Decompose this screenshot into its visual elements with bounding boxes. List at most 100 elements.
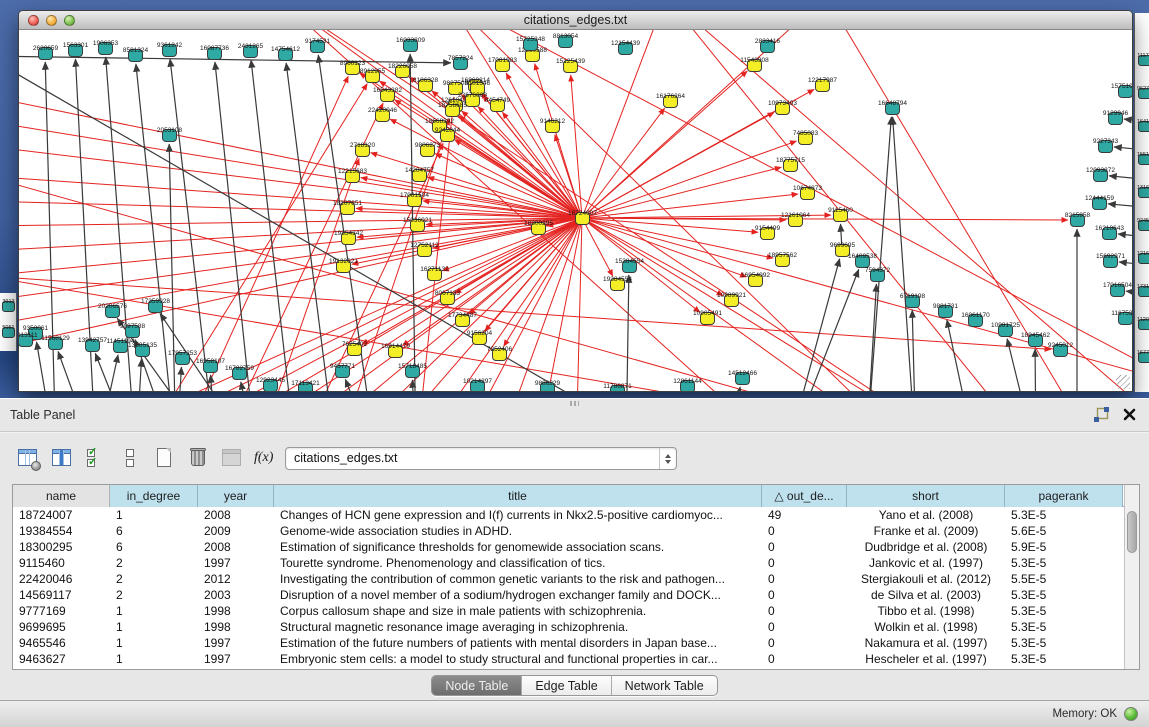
network-node[interactable]: 12215683 (345, 170, 360, 183)
network-node[interactable]: 11786871 (610, 385, 625, 391)
table-cell[interactable]: 1997 (198, 651, 274, 667)
window-resize-grip-icon[interactable] (1116, 375, 1130, 389)
table-cell[interactable]: 5.3E-5 (1005, 651, 1123, 667)
table-cell[interactable]: 5.5E-5 (1005, 571, 1123, 587)
network-node[interactable]: 15384554 (622, 260, 637, 273)
network-node[interactable]: 2718120 (355, 144, 370, 157)
table-cell[interactable]: 0 (762, 571, 847, 587)
network-node[interactable]: 18775715 (783, 159, 798, 172)
table-cell[interactable]: 14569117 (13, 587, 110, 603)
network-edge[interactable] (582, 167, 781, 218)
table-cell[interactable]: 0 (762, 523, 847, 539)
table-cell[interactable]: 1997 (198, 555, 274, 571)
import-table-icon[interactable] (220, 446, 244, 470)
table-cell[interactable]: 5.3E-5 (1005, 635, 1123, 651)
minimize-window-icon[interactable] (46, 15, 57, 26)
panel-resize-grip-icon[interactable] (570, 401, 579, 406)
table-cell[interactable]: 9115460 (13, 555, 110, 571)
table-row[interactable]: 969969511998Structural magnetic resonanc… (13, 619, 1139, 635)
table-cell[interactable]: 5.3E-5 (1005, 507, 1123, 523)
network-node[interactable]: 16782759 (232, 367, 247, 380)
network-view-window[interactable]: citations_edges.txt 18724007170819831686… (18, 10, 1133, 392)
network-node[interactable]: 17957253 (175, 352, 190, 365)
table-cell[interactable]: 9463627 (13, 651, 110, 667)
network-node[interactable]: 9242844 (440, 129, 455, 142)
network-node[interactable]: 16210643 (1102, 227, 1117, 240)
network-node[interactable]: 9174531 (310, 40, 325, 53)
table-cell[interactable]: 49 (762, 507, 847, 523)
column-header-name[interactable]: name (13, 485, 110, 507)
table-cell[interactable]: 2012 (198, 571, 274, 587)
network-edge[interactable] (136, 359, 141, 391)
table-cell[interactable]: 9465546 (13, 635, 110, 651)
network-node[interactable]: 1563301 (68, 44, 83, 57)
table-cell[interactable]: 2009 (198, 523, 274, 539)
table-cell[interactable]: 5.3E-5 (1005, 603, 1123, 619)
network-node[interactable]: 10973493 (775, 102, 790, 115)
table-cell[interactable]: 0 (762, 603, 847, 619)
table-row[interactable]: 977716911998Corpus callosum shape and si… (13, 603, 1139, 619)
table-cell[interactable]: Disruption of a novel member of a sodium… (274, 587, 762, 603)
network-node[interactable]: 16648794 (885, 102, 900, 115)
network-edge[interactable] (666, 30, 1046, 391)
network-node[interactable]: 9146212 (545, 120, 560, 133)
network-edge[interactable] (582, 112, 774, 218)
network-node[interactable]: 18107651 (340, 202, 355, 215)
network-node[interactable]: 17359928 (148, 300, 163, 313)
network-node[interactable]: 18957562 (775, 254, 790, 267)
network-edge[interactable] (582, 218, 926, 391)
network-node[interactable]: 9245012 (1053, 344, 1068, 357)
table-cell[interactable]: 1 (110, 635, 198, 651)
network-edge[interactable] (626, 275, 629, 391)
network-node[interactable]: 12093872 (1093, 169, 1108, 182)
table-cell[interactable]: 1 (110, 619, 198, 635)
window-titlebar[interactable]: citations_edges.txt (19, 11, 1132, 30)
toggle-rows-icon[interactable] (118, 446, 142, 470)
table-cell[interactable]: Embryonic stem cells: a model to study s… (274, 651, 762, 667)
column-header-year[interactable]: year (198, 485, 274, 507)
network-node[interactable]: 8215958 (1070, 214, 1085, 227)
network-node[interactable]: 12154439 (618, 42, 633, 55)
network-edge[interactable] (582, 108, 665, 218)
network-node[interactable]: 17081983 (495, 59, 510, 72)
network-edge[interactable] (176, 76, 348, 391)
network-node[interactable]: 9097588 (125, 325, 140, 338)
network-node[interactable]: 8454749 (490, 99, 505, 112)
network-node[interactable]: 8067133 (440, 292, 455, 305)
table-cell[interactable]: 18300295 (13, 539, 110, 555)
close-panel-icon[interactable] (1123, 407, 1136, 421)
network-node[interactable]: 14754612 (278, 48, 293, 61)
network-node[interactable]: 11568129 (48, 337, 63, 350)
network-node[interactable]: 12923445 (263, 379, 278, 391)
table-row[interactable]: 1938455462009Genome-wide association stu… (13, 523, 1139, 539)
network-edge[interactable] (1109, 176, 1132, 183)
network-node[interactable]: 22420046 (375, 109, 390, 122)
network-edge[interactable] (582, 218, 986, 391)
network-node[interactable]: 15692971 (1103, 255, 1118, 268)
network-node[interactable]: 15751074 (1118, 85, 1132, 98)
network-node[interactable]: 17113421 (298, 382, 313, 391)
float-panel-icon[interactable] (1094, 407, 1109, 422)
network-edge[interactable] (1035, 349, 1036, 391)
network-node[interactable]: 17081504 (407, 194, 422, 207)
table-row[interactable]: 2242004622012Investigating the contribut… (13, 571, 1139, 587)
network-edge[interactable] (912, 310, 916, 391)
table-cell[interactable]: 19384554 (13, 523, 110, 539)
network-edge[interactable] (947, 320, 976, 391)
select-column-icon[interactable] (50, 446, 74, 470)
network-node[interactable]: 15718485 (405, 365, 420, 378)
network-node[interactable]: 10214297 (470, 380, 485, 391)
network-node[interactable]: 8960123 (345, 62, 360, 75)
network-node[interactable]: 8186328 (418, 79, 433, 92)
network-node[interactable]: 18724007 (575, 212, 590, 225)
tab-network-table[interactable]: Network Table (611, 676, 717, 695)
close-window-icon[interactable] (28, 15, 39, 26)
table-cell[interactable]: 2003 (198, 587, 274, 603)
network-edge[interactable] (170, 59, 216, 391)
table-cell[interactable]: 1997 (198, 635, 274, 651)
table-cell[interactable]: Investigating the contribution of common… (274, 571, 762, 587)
table-cell[interactable]: Franke et al. (2009) (847, 523, 1005, 539)
network-node[interactable]: 15725348 (523, 38, 538, 51)
table-cell[interactable]: 1998 (198, 603, 274, 619)
network-node[interactable]: 10989921 (724, 294, 739, 307)
